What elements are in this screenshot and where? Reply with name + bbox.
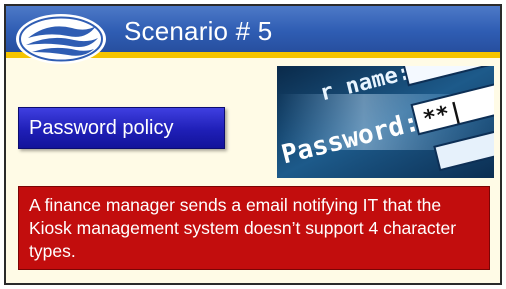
password-photo: r name: Password: **|: [277, 66, 494, 178]
scenario-message-text: A finance manager sends a email notifyin…: [29, 195, 457, 261]
scenario-message-box: A finance manager sends a email notifyin…: [18, 186, 490, 270]
slide: Scenario # 5 Password policy r name: Pas…: [4, 4, 502, 285]
slide-title: Scenario # 5: [124, 16, 273, 46]
password-policy-label: Password policy: [29, 116, 174, 139]
swoosh-logo-icon: [16, 14, 106, 64]
password-policy-button[interactable]: Password policy: [18, 107, 225, 149]
